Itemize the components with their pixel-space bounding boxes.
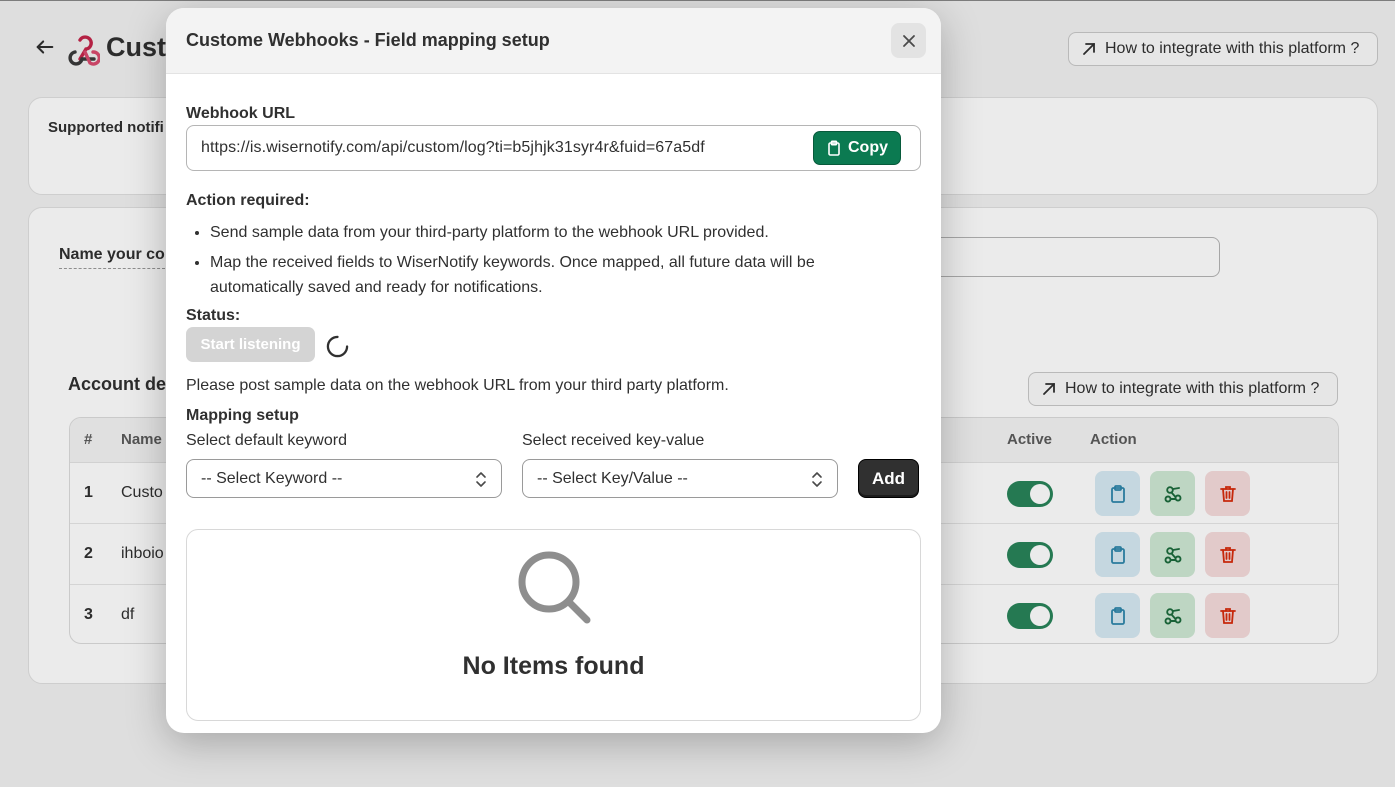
modal-title: Custome Webhooks - Field mapping setup [186,30,550,50]
start-listening-button[interactable]: Start listening [186,327,315,362]
chevron-updown-icon [812,472,822,487]
close-icon [902,34,915,47]
action-required-list: Send sample data from your third-party p… [210,220,910,305]
clipboard-icon [828,140,840,156]
empty-message: No Items found [462,652,645,680]
keyword-select[interactable]: -- Select Keyword -- [186,459,502,498]
list-item: Map the received fields to WiserNotify k… [210,250,910,300]
spinner-icon [326,335,349,358]
status-message: Please post sample data on the webhook U… [186,377,729,394]
keyword-select-value: -- Select Keyword -- [201,470,343,487]
webhook-url-value: https://is.wisernotify.com/api/custom/lo… [201,139,705,156]
key-value-select[interactable]: -- Select Key/Value -- [522,459,838,498]
add-button[interactable]: Add [858,459,919,498]
action-required-label: Action required: [186,192,310,209]
copy-label: Copy [848,139,888,156]
copy-button[interactable]: Copy [813,131,901,165]
field-mapping-modal: Custome Webhooks - Field mapping setup W… [166,8,941,733]
keyword-label: Select default keyword [186,432,347,449]
search-icon [518,551,591,624]
modal-header: Custome Webhooks - Field mapping setup [166,8,941,74]
webhook-url-field[interactable]: https://is.wisernotify.com/api/custom/lo… [186,125,921,171]
mapping-empty-state: No Items found [186,529,921,721]
webhook-url-label: Webhook URL [186,105,296,122]
mapping-setup-label: Mapping setup [186,407,299,424]
key-value-select-value: -- Select Key/Value -- [537,470,688,487]
status-label: Status: [186,307,241,324]
key-value-label: Select received key-value [522,432,705,449]
close-button[interactable] [891,23,926,58]
list-item: Send sample data from your third-party p… [210,220,910,245]
chevron-updown-icon [476,472,486,487]
